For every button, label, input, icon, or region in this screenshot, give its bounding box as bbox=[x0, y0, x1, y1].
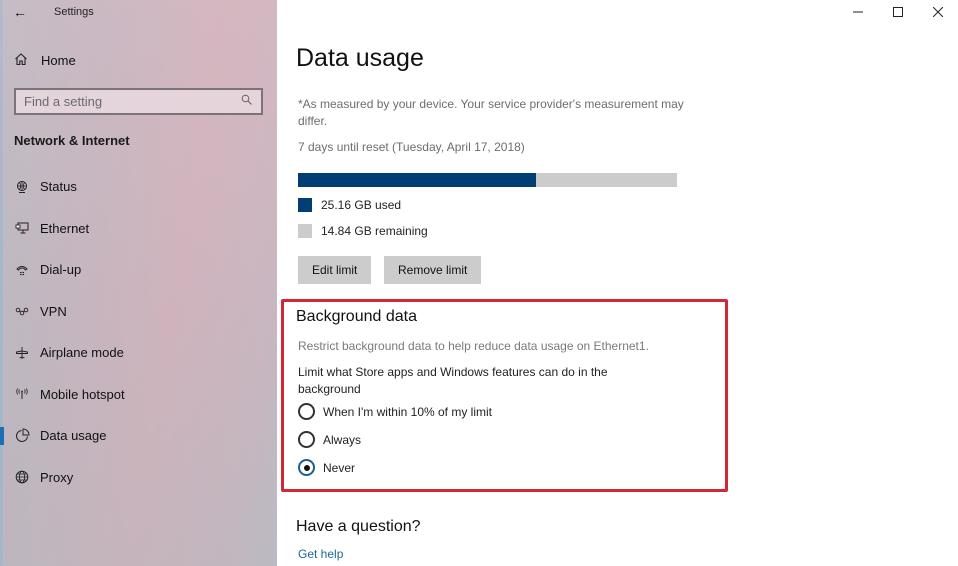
radio-always[interactable]: Always bbox=[298, 431, 361, 448]
radio-never[interactable]: Never bbox=[298, 459, 355, 476]
app-title: Settings bbox=[54, 6, 94, 18]
sidebar-item-home[interactable]: Home bbox=[14, 50, 76, 70]
radio-label: Always bbox=[323, 432, 362, 447]
sidebar-item-label: Status bbox=[40, 179, 77, 195]
section-title: Network & Internet bbox=[14, 133, 130, 148]
vpn-icon bbox=[14, 303, 30, 319]
remove-limit-button[interactable]: Remove limit bbox=[384, 256, 482, 284]
sidebar-item-label: Dial-up bbox=[40, 262, 82, 278]
background-data-heading: Background data bbox=[296, 308, 417, 325]
globe-monitor-icon bbox=[14, 179, 30, 195]
used-swatch bbox=[298, 198, 312, 212]
usage-bar-used bbox=[298, 173, 537, 187]
phone-icon bbox=[14, 262, 30, 278]
sidebar: ← Settings Home Network & Internet Statu… bbox=[0, 0, 277, 566]
help-heading: Have a question? bbox=[296, 518, 421, 535]
radio-label: Never bbox=[323, 460, 356, 475]
home-icon bbox=[14, 52, 30, 69]
sidebar-item-airplane-mode[interactable]: Airplane mode bbox=[0, 332, 277, 374]
sidebar-item-label: Ethernet bbox=[40, 220, 90, 236]
background-data-description: Restrict background data to help reduce … bbox=[298, 339, 649, 353]
background-limit-label: Limit what Store apps and Windows featur… bbox=[298, 365, 608, 396]
radio-label: When I'm within 10% of my limit bbox=[323, 404, 493, 419]
back-button[interactable]: ← bbox=[0, 0, 40, 24]
sidebar-item-label: Airplane mode bbox=[40, 345, 124, 361]
legend-remaining: 14.84 GB remaining bbox=[298, 224, 428, 238]
minimize-button[interactable] bbox=[838, 0, 878, 24]
airplane-icon bbox=[14, 345, 30, 361]
sidebar-item-label: Home bbox=[41, 52, 76, 68]
ethernet-icon bbox=[14, 220, 30, 236]
sidebar-item-label: Data usage bbox=[40, 428, 107, 444]
edit-limit-button[interactable]: Edit limit bbox=[298, 256, 372, 284]
remaining-swatch bbox=[298, 224, 312, 238]
maximize-button[interactable] bbox=[878, 0, 918, 24]
window-controls bbox=[838, 0, 958, 24]
close-icon bbox=[932, 5, 944, 20]
sidebar-item-mobile-hotspot[interactable]: Mobile hotspot bbox=[0, 374, 277, 416]
measurement-note: *As measured by your device. Your servic… bbox=[298, 97, 684, 128]
radio-button[interactable] bbox=[298, 459, 315, 476]
reset-info: 7 days until reset (Tuesday, April 17, 2… bbox=[298, 140, 525, 154]
sidebar-item-status[interactable]: Status bbox=[0, 166, 277, 208]
maximize-icon bbox=[893, 5, 903, 20]
search-box[interactable] bbox=[14, 88, 263, 115]
radio-button[interactable] bbox=[298, 403, 315, 420]
usage-progress-bar bbox=[298, 173, 677, 187]
pie-chart-icon bbox=[14, 428, 30, 444]
close-button[interactable] bbox=[918, 0, 958, 24]
search-input[interactable] bbox=[24, 94, 224, 109]
radio-button[interactable] bbox=[298, 431, 315, 448]
main-content: Data limit Data usage *As measured by yo… bbox=[277, 0, 958, 566]
title-bar: ← Settings bbox=[0, 0, 277, 24]
search-icon[interactable] bbox=[241, 94, 253, 109]
legend-used: 25.16 GB used bbox=[298, 198, 401, 212]
sidebar-item-data-usage[interactable]: Data usage bbox=[0, 415, 277, 457]
minimize-icon bbox=[853, 5, 863, 20]
sidebar-item-ethernet[interactable]: Ethernet bbox=[0, 208, 277, 250]
back-arrow-icon: ← bbox=[13, 4, 27, 20]
get-help-link[interactable]: Get help bbox=[298, 547, 343, 561]
sidebar-item-vpn[interactable]: VPN bbox=[0, 291, 277, 333]
hotspot-icon bbox=[14, 386, 30, 402]
sidebar-item-label: VPN bbox=[40, 303, 67, 319]
globe-icon bbox=[14, 469, 30, 485]
remaining-label: 14.84 GB remaining bbox=[321, 224, 428, 238]
page-title: Data usage bbox=[296, 44, 434, 73]
sidebar-item-proxy[interactable]: Proxy bbox=[0, 457, 277, 499]
sidebar-item-label: Proxy bbox=[40, 469, 74, 485]
sidebar-item-dial-up[interactable]: Dial-up bbox=[0, 249, 277, 291]
used-label: 25.16 GB used bbox=[321, 198, 402, 212]
radio-within-limit[interactable]: When I'm within 10% of my limit bbox=[298, 403, 492, 420]
sidebar-item-label: Mobile hotspot bbox=[40, 386, 125, 402]
sidebar-nav: Status Ethernet Dial-up VPN Airplane mod… bbox=[0, 166, 277, 498]
